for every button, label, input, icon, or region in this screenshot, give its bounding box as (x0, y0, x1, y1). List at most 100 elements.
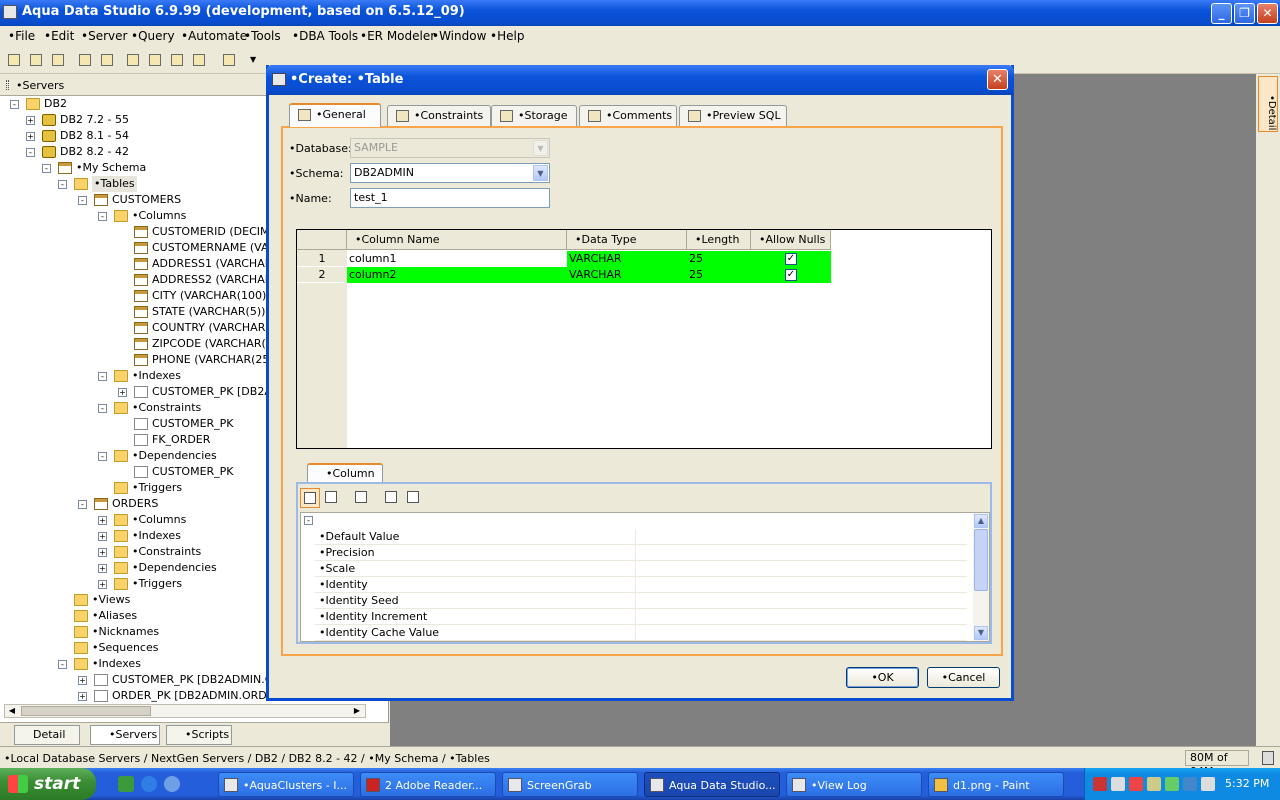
row-number[interactable]: 1 (297, 251, 347, 267)
tab-general[interactable]: •General (289, 103, 381, 127)
collapse-icon[interactable]: - (98, 452, 107, 461)
collapse-icon[interactable]: - (10, 100, 19, 109)
collapse-icon[interactable]: - (58, 660, 67, 669)
cell-column-name[interactable]: column2 (347, 267, 567, 283)
name-input[interactable]: test_1 (350, 188, 550, 208)
procedure-editor-icon[interactable] (190, 51, 208, 69)
expand-icon[interactable]: + (98, 564, 107, 573)
expand-icon[interactable]: + (26, 132, 35, 141)
collapse-icon[interactable]: - (58, 180, 67, 189)
allow-nulls-checkbox[interactable]: ✓ (785, 269, 797, 281)
disconnect-icon[interactable] (98, 51, 116, 69)
scroll-left-icon[interactable]: ◀ (5, 705, 19, 717)
expand-icon[interactable]: + (98, 532, 107, 541)
collapse-icon[interactable]: - (78, 196, 87, 205)
connect-icon[interactable] (76, 51, 94, 69)
new-icon[interactable] (5, 51, 23, 69)
expand-icon[interactable]: + (78, 676, 87, 685)
table-editor-icon[interactable] (168, 51, 186, 69)
property-pages-icon[interactable] (352, 488, 372, 508)
task-paint[interactable]: d1.png - Paint (928, 772, 1064, 797)
collapse-icon[interactable]: - (98, 404, 107, 413)
menu-er-modeler[interactable]: •ER Modeler (360, 29, 435, 43)
task-view-log[interactable]: •View Log (786, 772, 922, 797)
show-desktop-icon[interactable] (118, 776, 134, 792)
drag-handle[interactable] (6, 80, 9, 90)
menu-help[interactable]: •Help (490, 29, 524, 43)
cell-column-name[interactable]: column1 (347, 251, 567, 267)
cell-data-type[interactable]: VARCHAR (567, 251, 687, 267)
allow-nulls-checkbox[interactable]: ✓ (785, 253, 797, 265)
property-row[interactable]: •Scale (315, 561, 967, 577)
property-row[interactable]: •Identity (315, 577, 967, 593)
network-icon[interactable] (1111, 777, 1125, 791)
cell-length[interactable]: 25 (687, 251, 751, 267)
menu-file[interactable]: •File (8, 29, 35, 43)
ok-button[interactable]: •OK (846, 667, 919, 688)
header-column-name[interactable]: •Column Name (347, 230, 567, 250)
save-icon[interactable] (49, 51, 67, 69)
scroll-thumb[interactable] (21, 706, 151, 716)
scroll-up-icon[interactable]: ▲ (974, 514, 988, 528)
collapse-icon[interactable]: - (26, 148, 35, 157)
menu-server[interactable]: •Server (81, 29, 127, 43)
header-allow-nulls[interactable]: •Allow Nulls (751, 230, 831, 250)
scroll-right-icon[interactable]: ▶ (350, 705, 364, 717)
property-row[interactable]: •Precision (315, 545, 967, 561)
start-button[interactable]: start (0, 768, 96, 800)
property-row[interactable]: •Identity Seed (315, 593, 967, 609)
menu-window[interactable]: •Window (432, 29, 486, 43)
tab-storage[interactable]: •Storage (491, 105, 577, 126)
update-icon[interactable] (1165, 777, 1179, 791)
task-aquaclusters[interactable]: •AquaClusters - I... (218, 772, 354, 797)
tray-app-icon[interactable] (1147, 777, 1161, 791)
cell-length[interactable]: 25 (687, 267, 751, 283)
property-row[interactable]: •Default Value (315, 529, 967, 545)
collapse-icon[interactable]: - (304, 516, 313, 525)
dialog-close-button[interactable]: ✕ (987, 69, 1008, 90)
menu-dba-tools[interactable]: •DBA Tools (292, 29, 358, 43)
scroll-down-icon[interactable]: ▼ (974, 626, 988, 640)
cell-allow-nulls[interactable]: ✓ (751, 267, 831, 283)
task-aqua-data-studio[interactable]: Aqua Data Studio... (644, 772, 780, 797)
menu-query[interactable]: •Query (131, 29, 175, 43)
trash-icon[interactable] (1262, 751, 1274, 765)
tab-scripts[interactable]: •Scripts (166, 725, 232, 745)
tab-comments[interactable]: •Comments (579, 105, 677, 126)
monitor-icon[interactable] (1201, 777, 1215, 791)
cell-allow-nulls[interactable]: ✓ (751, 251, 831, 267)
collapse-icon[interactable]: - (78, 500, 87, 509)
scroll-thumb[interactable] (974, 529, 988, 591)
detail-side-tab[interactable]: •Detail (1258, 76, 1278, 132)
tab-detail[interactable]: Detail (14, 725, 80, 745)
expand-icon[interactable]: + (26, 116, 35, 125)
dropdown-arrow-icon[interactable]: ▼ (244, 51, 262, 69)
property-row[interactable]: •Identity Cache Value (315, 625, 967, 641)
sort-alpha-icon[interactable] (322, 488, 342, 508)
maximize-button[interactable]: ❐ (1234, 3, 1255, 24)
close-button[interactable]: ✕ (1257, 3, 1278, 24)
tab-preview-sql[interactable]: •Preview SQL (679, 105, 787, 126)
categorized-icon[interactable] (300, 488, 320, 508)
collapse-icon[interactable]: - (98, 212, 107, 221)
task-adobe-reader[interactable]: 2 Adobe Reader... (360, 772, 496, 797)
tab-column-properties[interactable]: •Column (307, 463, 383, 483)
collapse-icon[interactable]: - (98, 372, 107, 381)
header-length[interactable]: •Length (687, 230, 751, 250)
browser-icon[interactable] (164, 776, 180, 792)
menu-automate[interactable]: •Automate (181, 29, 247, 43)
minimize-button[interactable]: _ (1211, 3, 1232, 24)
collapse-icon[interactable]: - (42, 164, 51, 173)
tab-constraints[interactable]: •Constraints (387, 105, 491, 126)
open-icon[interactable] (27, 51, 45, 69)
schema-select[interactable]: DB2ADMIN ▼ (350, 163, 550, 183)
query-analyzer-icon[interactable] (146, 51, 164, 69)
tab-servers[interactable]: •Servers (90, 725, 160, 745)
history-icon[interactable] (220, 51, 238, 69)
row-number[interactable]: 2 (297, 267, 347, 283)
expand-icon[interactable]: + (98, 516, 107, 525)
task-screengrab[interactable]: ScreenGrab (502, 772, 638, 797)
expand-icon[interactable]: + (118, 388, 127, 397)
expand-icon[interactable]: + (98, 580, 107, 589)
cell-data-type[interactable]: VARCHAR (567, 267, 687, 283)
